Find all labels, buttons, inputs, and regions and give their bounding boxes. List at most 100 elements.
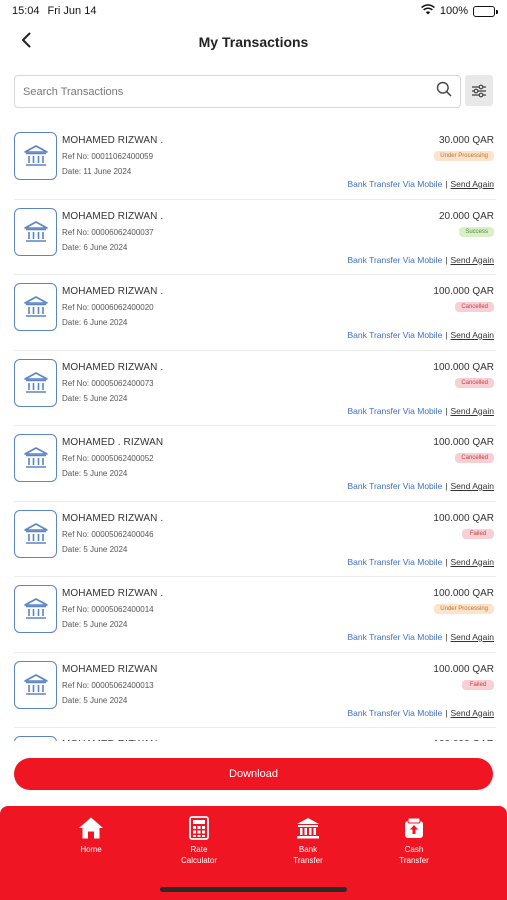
row-actions: Bank Transfer Via Mobile | Send Again: [347, 406, 494, 416]
transfer-method-link[interactable]: Bank Transfer Via Mobile: [347, 557, 442, 567]
transaction-date: Date: 5 June 2024: [62, 469, 128, 478]
send-again-link[interactable]: Send Again: [451, 481, 494, 491]
bank-icon: [14, 132, 57, 180]
calculator-icon: [189, 816, 209, 840]
bank-icon: [14, 660, 57, 709]
transaction-date: Date: 6 June 2024: [62, 242, 128, 252]
transaction-amount: 100.000 QAR: [433, 588, 494, 599]
transaction-row[interactable]: MOHAMED RIZWAN . Ref No: 00006062400020 …: [14, 275, 496, 351]
transaction-row[interactable]: MOHAMED RIZWAN . Ref No: 00005062400014 …: [14, 577, 496, 653]
transaction-row[interactable]: MOHAMED RIZWAN 100.000 QAR |: [14, 728, 496, 741]
status-badge: Under Processing: [434, 604, 494, 614]
separator: |: [445, 179, 448, 189]
transaction-amount: 100.000 QAR: [433, 663, 494, 675]
transaction-amount: 100.000 QAR: [433, 286, 494, 297]
back-button[interactable]: [14, 26, 38, 54]
row-actions: Bank Transfer Via Mobile | Send Again: [347, 708, 494, 718]
send-again-link[interactable]: Send Again: [451, 632, 494, 642]
home-icon: [79, 817, 103, 839]
reference-number: Ref No: 00005062400046: [62, 529, 154, 539]
row-actions: Bank Transfer Via Mobile | Send Again: [347, 255, 494, 265]
download-button[interactable]: Download: [14, 758, 493, 790]
row-actions: Bank Transfer Via Mobile | Send Again: [347, 557, 494, 567]
status-badge: Cancelled: [455, 453, 494, 463]
send-again-link[interactable]: Send Again: [451, 557, 494, 567]
bank-icon: [14, 283, 57, 331]
tab-label: Cash Transfer: [399, 845, 429, 865]
transfer-method-link[interactable]: Bank Transfer Via Mobile: [347, 330, 442, 340]
cash-transfer-icon: [405, 817, 423, 838]
home-indicator: [160, 887, 347, 892]
row-actions: Bank Transfer Via Mobile | Send Again: [347, 481, 494, 491]
send-again-link[interactable]: Send Again: [451, 406, 494, 416]
transfer-method-link[interactable]: Bank Transfer Via Mobile: [347, 179, 442, 189]
sliders-icon: [472, 84, 486, 97]
send-again-link[interactable]: Send Again: [451, 708, 494, 718]
tab-label: Bank Transfer: [293, 845, 323, 865]
separator: |: [445, 707, 448, 718]
reference-number: Ref No: 00005062400073: [62, 378, 154, 388]
reference-number: Ref No: 00011062400059: [62, 152, 154, 161]
transaction-row[interactable]: MOHAMED RIZWAN . Ref No: 00005062400073 …: [14, 351, 496, 426]
beneficiary-name: MOHAMED RIZWAN: [62, 739, 157, 741]
filter-button[interactable]: [465, 75, 493, 106]
transfer-method-link[interactable]: Bank Transfer Via Mobile: [347, 481, 442, 491]
search-row: [14, 75, 493, 108]
row-actions: Bank Transfer Via Mobile | Send Again: [347, 632, 494, 642]
transaction-date: Date: 5 June 2024: [62, 544, 128, 554]
transaction-amount: 100.000 QAR: [433, 361, 494, 373]
tab-cash-transfer[interactable]: Cash Transfer: [379, 816, 449, 866]
reference-number: Ref No: 00005062400052: [62, 454, 154, 463]
transfer-method-link[interactable]: Bank Transfer Via Mobile: [347, 406, 442, 416]
transaction-date: Date: 6 June 2024: [62, 318, 128, 327]
bank-icon: [14, 736, 57, 741]
transfer-method-link[interactable]: Bank Transfer Via Mobile: [347, 632, 442, 642]
status-bar: 15:04 Fri Jun 14 100%: [0, 0, 507, 22]
transaction-date: Date: 5 June 2024: [62, 620, 128, 629]
battery-percent: 100%: [439, 5, 468, 17]
tab-bank-transfer[interactable]: Bank Transfer: [273, 816, 343, 866]
battery-icon: [473, 5, 498, 17]
send-again-link[interactable]: Send Again: [451, 330, 494, 340]
row-actions: Bank Transfer Via Mobile | Send Again: [347, 179, 494, 189]
separator: |: [445, 632, 448, 642]
reference-number: Ref No: 00005062400014: [62, 605, 154, 614]
send-again-link[interactable]: Send Again: [451, 255, 494, 265]
status-badge: Cancelled: [455, 302, 494, 312]
search-box: [14, 75, 461, 108]
separator: |: [445, 481, 448, 491]
beneficiary-name: MOHAMED . RIZWAN: [62, 437, 164, 448]
transaction-amount: 100.000 QAR: [433, 512, 494, 524]
status-badge: Failed: [462, 679, 494, 690]
beneficiary-name: MOHAMED RIZWAN .: [62, 588, 164, 599]
transaction-amount: 100.000 QAR: [433, 437, 494, 448]
transaction-date: Date: 5 June 2024: [62, 695, 128, 705]
transaction-row[interactable]: MOHAMED . RIZWAN Ref No: 00005062400052 …: [14, 426, 496, 502]
status-time: 15:04: [12, 5, 40, 17]
transfer-method-link[interactable]: Bank Transfer Via Mobile: [347, 255, 442, 265]
separator: |: [445, 254, 448, 265]
transaction-row[interactable]: MOHAMED RIZWAN Ref No: 00005062400013 Da…: [14, 653, 496, 728]
bank-icon: [14, 509, 57, 558]
tab-label: Rate Calculator: [180, 845, 217, 865]
transactions-list[interactable]: MOHAMED RIZWAN . Ref No: 00011062400059 …: [14, 124, 496, 741]
tab-home[interactable]: Home: [56, 816, 126, 855]
transfer-method-link[interactable]: Bank Transfer Via Mobile: [347, 708, 442, 718]
page-title: My Transactions: [198, 34, 309, 50]
beneficiary-name: MOHAMED RIZWAN .: [62, 286, 164, 297]
chevron-left-icon: [22, 32, 31, 48]
transaction-row[interactable]: MOHAMED RIZWAN . Ref No: 00006062400037 …: [14, 200, 496, 275]
status-badge: Failed: [462, 528, 494, 539]
search-icon[interactable]: [436, 81, 452, 102]
beneficiary-name: MOHAMED RIZWAN .: [62, 210, 164, 222]
status-badge: Cancelled: [455, 377, 494, 388]
transaction-row[interactable]: MOHAMED RIZWAN . Ref No: 00011062400059 …: [14, 124, 496, 200]
search-input[interactable]: [23, 85, 436, 98]
row-actions: Bank Transfer Via Mobile | Send Again: [347, 330, 494, 340]
beneficiary-name: MOHAMED RIZWAN: [62, 663, 158, 675]
status-badge: Success: [459, 226, 494, 237]
reference-number: Ref No: 00006062400037: [62, 227, 154, 237]
tab-rate-calculator[interactable]: Rate Calculator: [164, 816, 234, 866]
send-again-link[interactable]: Send Again: [451, 179, 494, 189]
transaction-row[interactable]: MOHAMED RIZWAN . Ref No: 00005062400046 …: [14, 502, 496, 577]
